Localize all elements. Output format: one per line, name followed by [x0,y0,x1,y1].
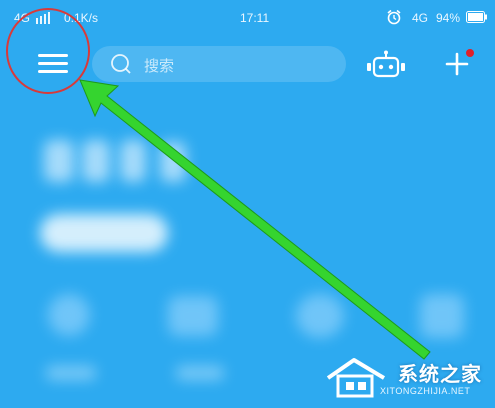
watermark-url: XITONGZHIJIA.NET [380,386,471,396]
house-logo-icon [326,358,386,398]
watermark: 系统之家 XITONGZHIJIA.NET [318,352,490,402]
watermark-title: 系统之家 [398,362,482,386]
annotation-arrow [79,79,431,360]
